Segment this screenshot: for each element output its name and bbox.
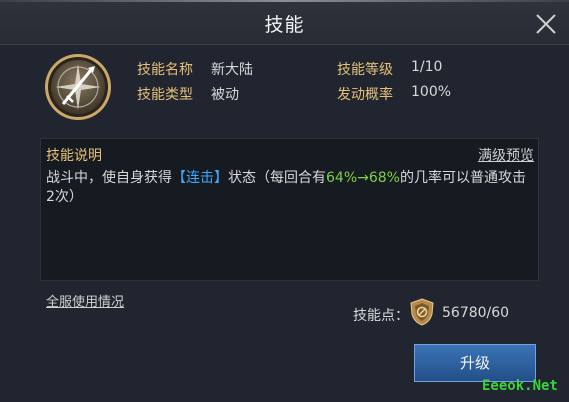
trigger-rate-value: 100%	[411, 84, 452, 100]
description-panel: 技能说明 满级预览 战斗中，使自身获得【连击】状态（每回合有64%→68%的几率…	[40, 138, 539, 281]
title-bar: 技能	[0, 0, 569, 45]
skill-type-value: 被动	[211, 87, 239, 103]
max-level-preview-link[interactable]: 满级预览	[478, 145, 534, 165]
description-title: 技能说明	[46, 148, 102, 164]
skill-level-label: 技能等级	[337, 62, 393, 78]
skill-name-label: 技能名称	[137, 62, 193, 78]
skill-points-value: 56780/60	[442, 305, 510, 321]
skill-points-label: 技能点：	[353, 308, 409, 324]
watermark: Eeeok.Net	[482, 378, 558, 394]
description-text-part2: 状态（每回合有	[228, 170, 326, 186]
close-icon[interactable]	[533, 11, 559, 37]
skill-type-label: 技能类型	[137, 87, 193, 103]
skill-point-shield-icon	[410, 298, 434, 326]
trigger-rate-label: 发动概率	[337, 87, 393, 103]
description-text: 战斗中，使自身获得【连击】状态（每回合有64%→68%的几率可以普通攻击2次）	[46, 169, 534, 207]
upgrade-button[interactable]: 升级	[414, 344, 536, 382]
compass-sword-icon	[45, 54, 111, 120]
skill-name-value: 新大陆	[211, 62, 253, 78]
dialog-title: 技能	[264, 14, 305, 36]
description-text-part1: 战斗中，使自身获得	[46, 170, 172, 186]
skill-level-value: 1/10	[411, 59, 443, 75]
rate-range: 64%→68%	[326, 170, 400, 186]
combo-keyword: 【连击】	[172, 170, 228, 186]
server-usage-link[interactable]: 全服使用情况	[46, 291, 124, 310]
